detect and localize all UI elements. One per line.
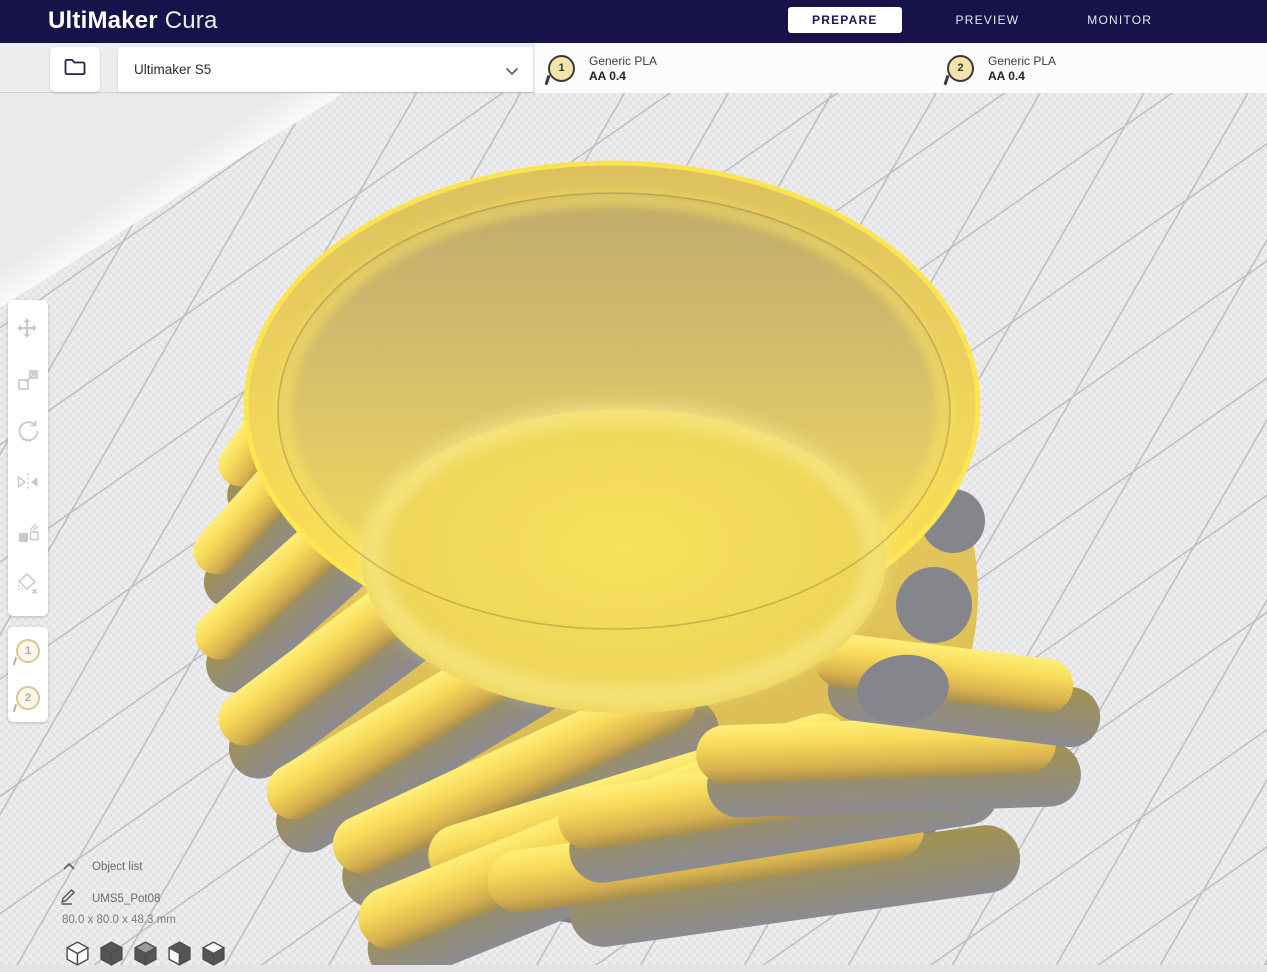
extruder-2-material: Generic PLA [988,53,1057,68]
extruder-2-config[interactable]: 2 Generic PLA AA 0.4 [947,43,1056,93]
mirror-tool-button[interactable] [8,459,48,510]
move-tool-button[interactable] [8,306,48,357]
support-blocker-button[interactable] [8,561,48,612]
support-blocker-icon [15,571,41,602]
view-top-button[interactable] [132,940,159,972]
per-model-settings-icon [15,520,41,551]
extruder-select-toolbar: 1 2 [8,627,48,722]
extruder-1-material: Generic PLA [589,53,658,68]
extruder-1-nozzle: AA 0.4 [589,68,626,83]
extruder-1-button-icon: 1 [16,638,40,663]
rename-pencil-icon [58,886,78,911]
rotate-tool-button[interactable] [8,408,48,459]
config-bar: Ultimaker S5 1 Generic PLA AA 0.4 2 Gene… [0,43,1267,93]
logo-ultimaker: UltiMaker [48,7,158,34]
view-front-view-icon [98,941,125,971]
scale-tool-button[interactable] [8,357,48,408]
model-dimensions: 80.0 x 80.0 x 48.3 mm [62,914,176,926]
tab-prepare[interactable]: PREPARE [788,7,902,33]
model-scene [184,160,1104,965]
view-left-button[interactable] [166,940,193,972]
scale-icon [15,367,41,398]
object-list-toggle[interactable]: Object list [62,858,143,876]
printer-name: Ultimaker S5 [134,62,212,77]
model-name-row[interactable]: UMS5_Pot08 [58,886,160,911]
view-3d-icon [64,941,91,971]
camera-view-presets [64,940,227,972]
edit-toolbar [8,300,48,616]
model-pot[interactable] [184,160,1104,965]
extruder-1-select-button[interactable]: 1 [8,627,48,674]
stage-tabs: PREPARE PREVIEW MONITOR [788,7,1166,33]
per-model-settings-button[interactable] [8,510,48,561]
open-file-button[interactable] [50,47,100,92]
tab-preview[interactable]: PREVIEW [942,7,1034,33]
app-header: UltiMaker Cura PREPARE PREVIEW MONITOR [0,0,1267,43]
view-front-button[interactable] [98,940,125,972]
extruder-strip: 1 Generic PLA AA 0.4 2 Generic PLA AA 0.… [535,43,1267,93]
view-top-view-icon [132,941,159,971]
app-logo: UltiMaker Cura [48,7,218,35]
extruder-2-button-icon: 2 [16,685,40,710]
chevron-down-icon [505,63,519,81]
extruder-2-icon: 2 [947,54,974,82]
view-3d-button[interactable] [64,940,91,972]
object-list-label: Object list [92,861,143,873]
view-right-button[interactable] [200,940,227,972]
rotate-icon [15,418,41,449]
folder-icon [62,55,88,84]
viewport-3d[interactable] [0,46,1267,965]
extruder-2-select-button[interactable]: 2 [8,674,48,721]
extruder-1-icon: 1 [548,54,575,82]
printer-selector[interactable]: Ultimaker S5 [118,47,533,92]
view-left-view-icon [166,941,193,971]
logo-cura: Cura [164,7,218,34]
view-right-view-icon [200,941,227,971]
tab-monitor[interactable]: MONITOR [1073,7,1166,33]
chevron-up-icon [62,858,76,876]
extruder-1-config[interactable]: 1 Generic PLA AA 0.4 [548,43,657,93]
model-name: UMS5_Pot08 [92,892,161,905]
extruder-2-nozzle: AA 0.4 [988,68,1025,83]
move-icon [15,316,41,347]
mirror-icon [15,469,41,500]
